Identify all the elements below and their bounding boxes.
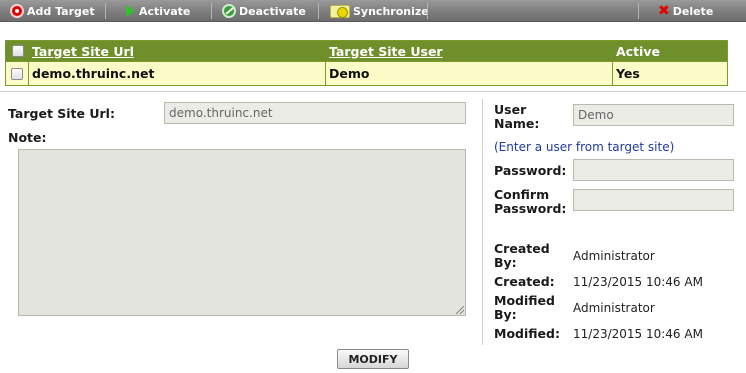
user-name-label-line2: Name:: [494, 116, 540, 131]
vertical-divider: [482, 99, 483, 345]
synchronize-icon: [330, 4, 350, 18]
activate-button[interactable]: Activate: [126, 2, 190, 20]
delete-label: Delete: [672, 4, 714, 18]
toolbar-separator: [318, 3, 319, 19]
select-all-checkbox[interactable]: [11, 45, 24, 57]
modified-label: Modified:: [494, 326, 560, 341]
column-header-url-label[interactable]: Target Site Url: [32, 44, 134, 59]
confirm-password-label: Confirm Password:: [494, 188, 566, 216]
deactivate-button[interactable]: Deactivate: [222, 2, 306, 20]
password-label: Password:: [494, 163, 567, 178]
row-active: Yes: [616, 66, 640, 81]
close-icon: ✖: [658, 3, 670, 19]
header-checkbox-cell: [6, 41, 29, 61]
row-user-cell: Demo: [326, 62, 613, 85]
target-grid: Target Site Url Target Site User Active …: [5, 40, 728, 86]
toolbar-separator: [638, 3, 639, 19]
created-value: 11/23/2015 10:46 AM: [573, 275, 703, 289]
created-by-label-line2: By:: [494, 255, 517, 270]
divider: [0, 91, 746, 92]
column-header-user[interactable]: Target Site User: [326, 41, 613, 61]
row-checkbox-cell: [6, 62, 29, 85]
column-header-url[interactable]: Target Site Url: [29, 41, 326, 61]
created-by-value: Administrator: [573, 249, 655, 263]
password-field[interactable]: [573, 159, 734, 181]
row-checkbox[interactable]: [11, 67, 23, 80]
user-hint: (Enter a user from target site): [494, 140, 675, 154]
delete-button[interactable]: ✖ Delete: [658, 2, 713, 20]
created-by-label: Created By:: [494, 242, 550, 270]
modify-button[interactable]: MODIFY: [337, 349, 409, 369]
confirm-password-label-line2: Password:: [494, 201, 567, 216]
column-header-active: Active: [613, 41, 727, 61]
toolbar-separator: [211, 3, 212, 19]
target-site-url-label: Target Site Url:: [8, 106, 115, 121]
created-by-label-line1: Created: [494, 241, 550, 256]
modified-by-label-line1: Modified: [494, 293, 555, 308]
activate-label: Activate: [139, 4, 191, 18]
modified-by-value: Administrator: [573, 301, 655, 315]
toolbar: Add Target Activate Deactivate Synchroni…: [0, 0, 746, 22]
deactivate-label: Deactivate: [239, 4, 306, 18]
user-name-label-line1: User: [494, 102, 527, 117]
toolbar-separator: [105, 3, 106, 19]
row-active-cell: Yes: [613, 62, 727, 85]
column-header-active-label: Active: [616, 43, 660, 59]
resize-handle-icon[interactable]: [456, 306, 464, 314]
play-icon: [126, 5, 135, 17]
toolbar-separator: [427, 3, 428, 19]
add-target-button[interactable]: Add Target: [10, 2, 95, 20]
add-target-icon: [10, 4, 24, 18]
modified-by-label-line2: By:: [494, 307, 517, 322]
table-row[interactable]: demo.thruinc.net Demo Yes: [6, 61, 727, 85]
add-target-label: Add Target: [27, 4, 95, 18]
synchronize-button[interactable]: Synchronize: [330, 2, 429, 20]
column-header-user-label[interactable]: Target Site User: [329, 44, 443, 59]
row-url: demo.thruinc.net: [32, 66, 155, 81]
user-name-field[interactable]: Demo: [573, 104, 734, 126]
created-label: Created:: [494, 274, 555, 289]
row-user: Demo: [329, 66, 370, 81]
target-site-url-field[interactable]: demo.thruinc.net: [164, 102, 466, 124]
modified-by-label: Modified By:: [494, 294, 555, 322]
modified-value: 11/23/2015 10:46 AM: [573, 327, 703, 341]
synchronize-label: Synchronize: [353, 4, 429, 18]
confirm-password-label-line1: Confirm: [494, 187, 550, 202]
confirm-password-field[interactable]: [573, 189, 734, 211]
note-label: Note:: [8, 130, 47, 145]
user-name-label: User Name:: [494, 103, 539, 131]
note-textarea[interactable]: [18, 149, 466, 316]
grid-header: Target Site Url Target Site User Active: [6, 41, 727, 61]
deactivate-icon: [222, 4, 236, 18]
row-url-cell: demo.thruinc.net: [29, 62, 326, 85]
